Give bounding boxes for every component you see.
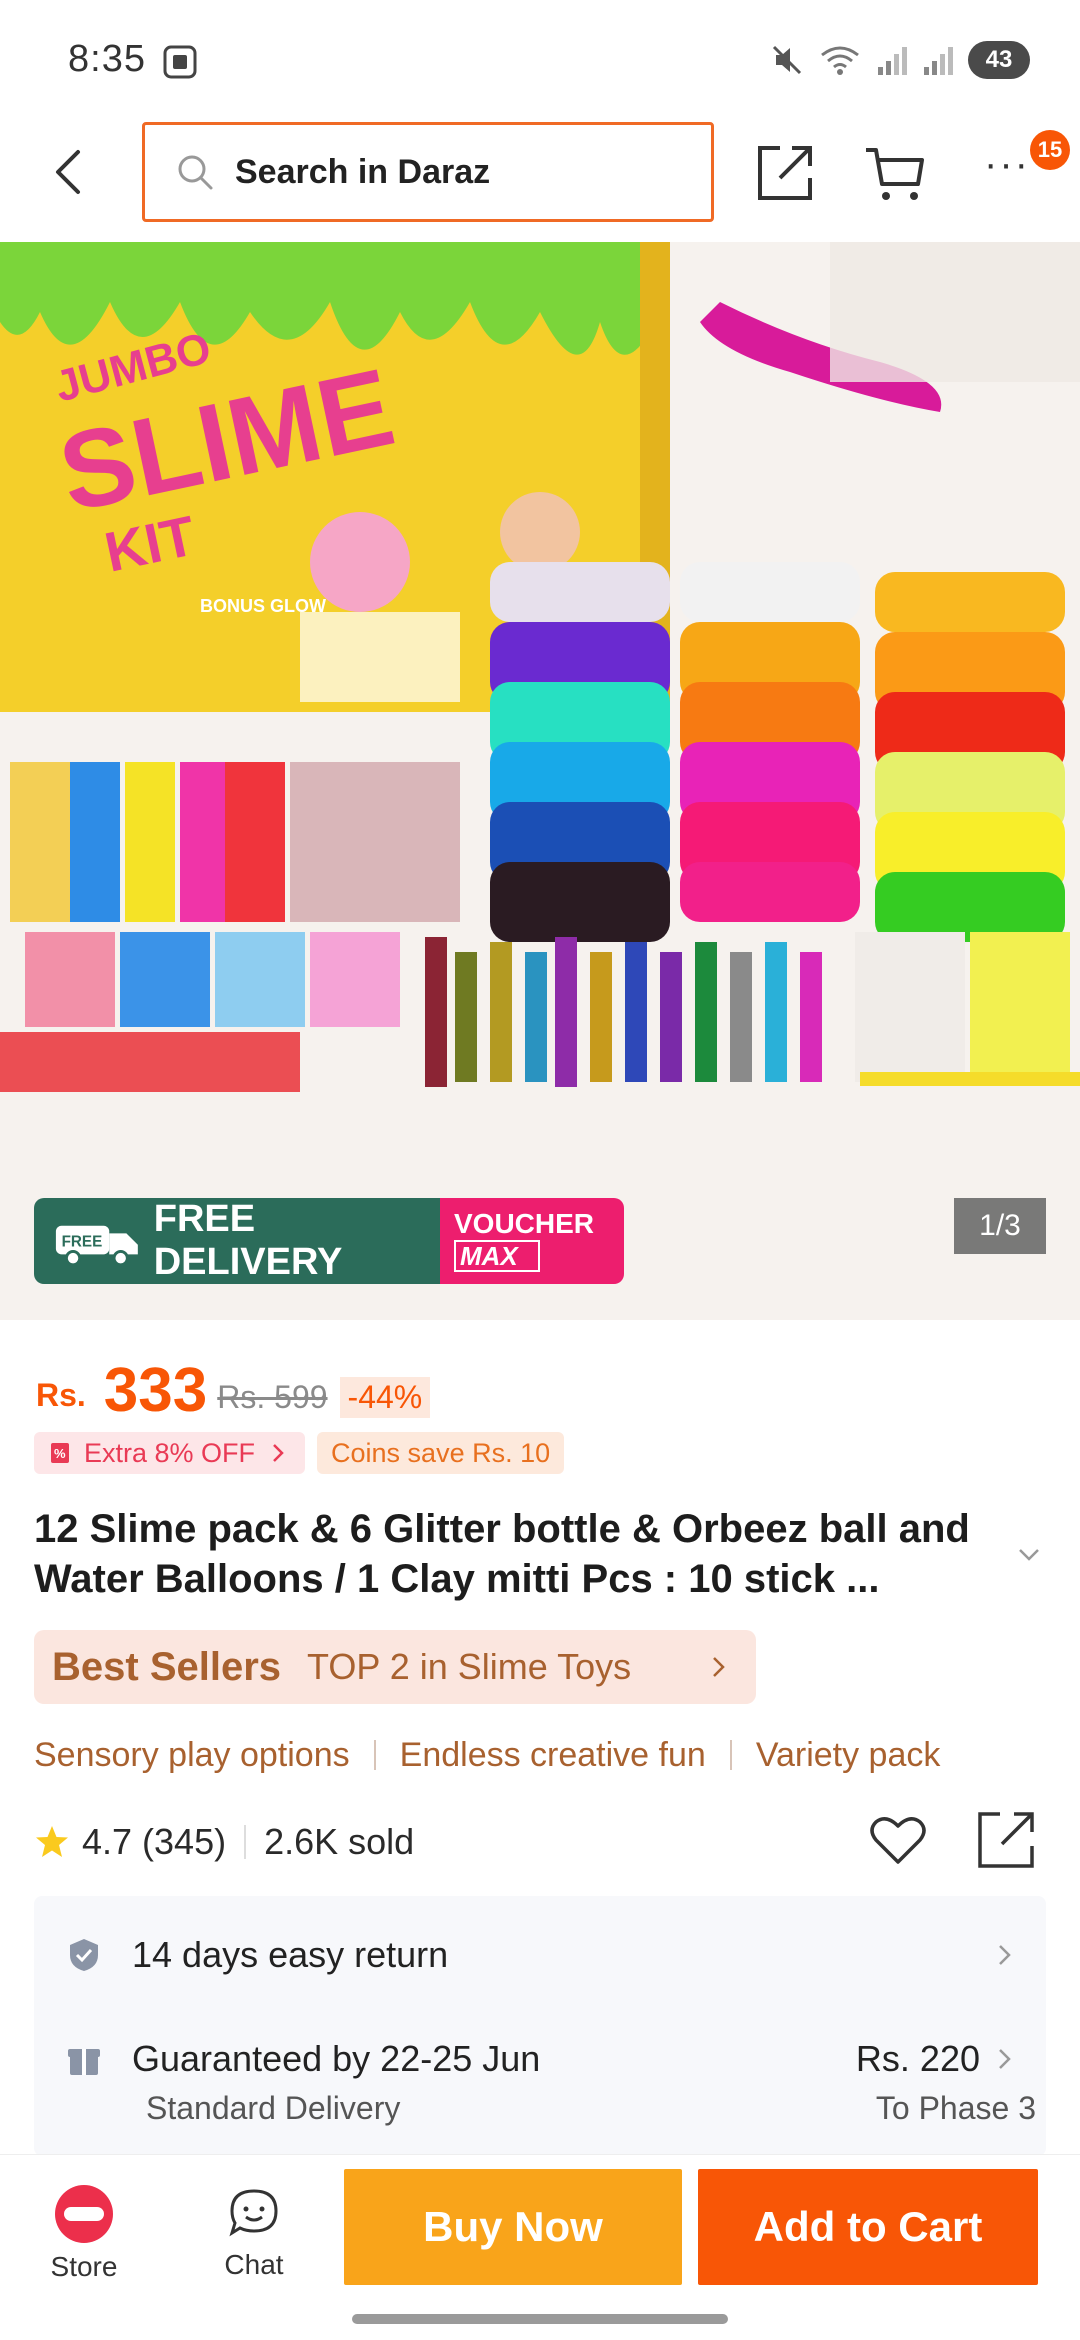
gift-box-icon xyxy=(68,2049,100,2075)
bottom-action-bar: Store Chat Buy Now Add to Cart xyxy=(0,2154,1080,2340)
chevron-right-icon xyxy=(999,1945,1011,1965)
promo-tags: % Extra 8% OFF Coins save Rs. 10 xyxy=(34,1432,565,1474)
wifi-icon xyxy=(821,46,859,75)
store-label: Store xyxy=(50,2251,118,2282)
share-icon[interactable] xyxy=(974,1808,1038,1872)
store-logo-icon xyxy=(55,2185,113,2243)
slime-tubs xyxy=(490,562,1065,942)
status-time: 8:35 xyxy=(68,38,146,80)
best-sellers-label: Best Sellers xyxy=(52,1644,282,1689)
share-icon[interactable] xyxy=(754,142,816,204)
chat-icon xyxy=(229,2189,278,2237)
chevron-right-icon xyxy=(999,2049,1011,2069)
chat-label: Chat xyxy=(224,2249,284,2280)
price-row: Rs. 333 Rs. 599 -44% xyxy=(36,1352,431,1425)
wishlist-heart-icon[interactable] xyxy=(866,1808,930,1872)
status-icons: 43 xyxy=(770,40,1030,80)
back-icon[interactable] xyxy=(40,142,100,202)
sold-count: 2.6K sold xyxy=(264,1821,415,1862)
add-to-cart-button[interactable]: Add to Cart xyxy=(698,2169,1038,2285)
free-delivery-badge: FREE FREE DELIVERY xyxy=(34,1198,440,1284)
star-icon xyxy=(36,1826,68,1857)
buy-now-button[interactable]: Buy Now xyxy=(344,2169,682,2285)
battery-indicator: 43 xyxy=(968,41,1030,79)
delivery-type: Standard Delivery xyxy=(146,2090,401,2126)
feature-tag: Sensory play options xyxy=(34,1735,350,1774)
search-icon xyxy=(178,155,213,190)
screenshot-icon xyxy=(163,45,197,79)
discount-badge: -44% xyxy=(339,1377,431,1418)
top-header: Search in Daraz ··· 15 xyxy=(0,120,1080,240)
delivery-location: To Phase 3 xyxy=(875,2090,1036,2126)
truck-icon: FREE xyxy=(55,1225,138,1267)
cart-badge: 15 xyxy=(1030,130,1070,170)
product-image: JUMBO SLIME KIT BONUS GLOW xyxy=(0,242,1080,1092)
best-sellers-banner[interactable]: Best Sellers TOP 2 in Slime Toys xyxy=(34,1630,756,1704)
svg-text:FREE: FREE xyxy=(62,1234,103,1251)
delivery-guarantee-text: Guaranteed by 22-25 Jun xyxy=(132,2038,541,2079)
search-placeholder: Search in Daraz xyxy=(235,152,491,191)
delivery-row[interactable]: Guaranteed by 22-25 Jun Rs. 220 xyxy=(66,2034,1026,2084)
svg-text:%: % xyxy=(54,1446,66,1461)
voucher-max-label: MAX xyxy=(454,1240,540,1272)
feature-tag: Endless creative fun xyxy=(399,1735,706,1774)
divider xyxy=(729,1740,732,1770)
coins-tag[interactable]: Coins save Rs. 10 xyxy=(317,1432,565,1474)
service-info-box: 14 days easy return Guaranteed by 22-25 … xyxy=(34,1896,1046,2156)
rating-count: (345) xyxy=(142,1821,227,1862)
chat-button[interactable]: Chat xyxy=(204,2185,304,2281)
mute-icon xyxy=(772,45,802,75)
promo-banner: FREE FREE DELIVERY VOUCHER MAX xyxy=(34,1198,624,1284)
cart-icon[interactable] xyxy=(862,140,928,206)
currency: Rs. xyxy=(36,1377,86,1413)
product-title: 12 Slime pack & 6 Glitter bottle & Orbee… xyxy=(34,1507,970,1601)
voucher-icon: % xyxy=(51,1443,69,1463)
chevron-right-icon xyxy=(713,1657,725,1677)
search-input[interactable]: Search in Daraz xyxy=(142,122,714,222)
rating-score: 4.7 xyxy=(82,1821,133,1862)
best-sellers-rank: TOP 2 in Slime Toys xyxy=(307,1646,632,1687)
chevron-down-icon[interactable] xyxy=(1014,1540,1044,1570)
free-delivery-text: FREE DELIVERY xyxy=(153,1198,343,1283)
image-counter: 1/3 xyxy=(954,1198,1046,1254)
extra-off-tag[interactable]: % Extra 8% OFF xyxy=(34,1432,306,1474)
return-policy-text: 14 days easy return xyxy=(132,1934,449,1975)
home-indicator[interactable] xyxy=(352,2314,728,2324)
status-bar: 8:35 43 xyxy=(0,0,1080,120)
divider xyxy=(244,1825,247,1859)
coins-text: Coins save Rs. 10 xyxy=(331,1437,551,1468)
signal-icon-1 xyxy=(878,47,907,75)
extra-off-text: Extra 8% OFF xyxy=(84,1437,256,1468)
rating-row[interactable]: 4.7 (345) 2.6K sold xyxy=(34,1816,414,1868)
feature-tag: Variety pack xyxy=(755,1735,941,1774)
product-image-carousel[interactable]: JUMBO SLIME KIT BONUS GLOW FREE FREE DEL… xyxy=(0,242,1080,1320)
signal-icon-2 xyxy=(924,47,953,75)
delivery-fee: Rs. 220 xyxy=(855,2038,980,2079)
voucher-max-badge: VOUCHER MAX xyxy=(440,1198,624,1284)
feature-tags: Sensory play options Endless creative fu… xyxy=(34,1730,940,1780)
divider xyxy=(373,1740,376,1770)
voucher-label: VOUCHER xyxy=(454,1208,595,1239)
return-policy-row[interactable]: 14 days easy return xyxy=(66,1930,1026,1980)
store-button[interactable]: Store xyxy=(34,2185,134,2283)
shield-check-icon xyxy=(70,1939,98,1971)
current-price: 333 xyxy=(103,1356,208,1425)
original-price: Rs. 599 xyxy=(217,1379,328,1415)
chevron-right-icon xyxy=(273,1444,284,1462)
